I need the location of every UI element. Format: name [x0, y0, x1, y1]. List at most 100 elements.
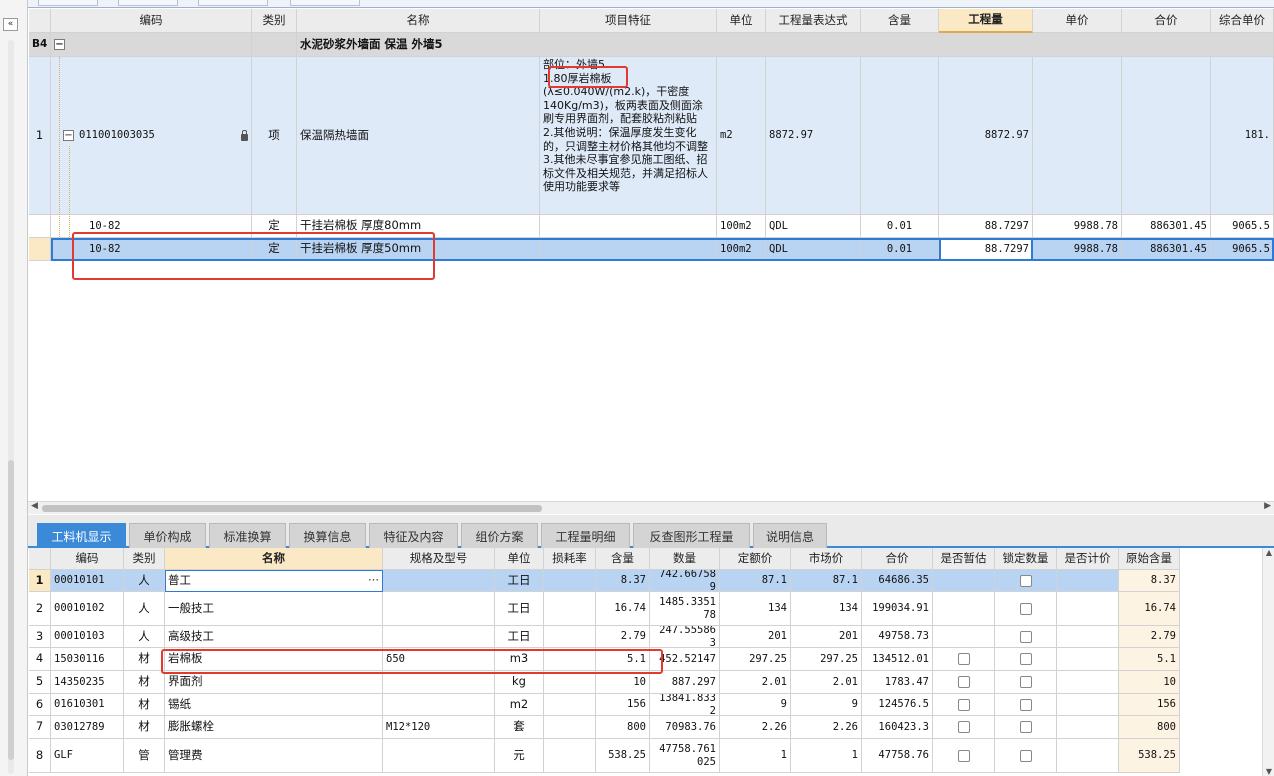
- quota-content[interactable]: 0.01: [861, 215, 939, 238]
- header-total[interactable]: 合价: [862, 548, 933, 570]
- tab-standard-conversion[interactable]: 标准换算: [209, 523, 286, 548]
- material-name[interactable]: 锡纸: [165, 694, 383, 716]
- quota-name[interactable]: 干挂岩棉板 厚度50mm: [297, 238, 540, 261]
- item-unit[interactable]: m2: [717, 57, 766, 215]
- quota-unit[interactable]: 100m2: [717, 238, 766, 261]
- horizontal-scrollbar-thumb[interactable]: [42, 505, 542, 512]
- material-total[interactable]: 124576.5: [862, 694, 933, 716]
- provisional-checkbox-cell[interactable]: [933, 570, 995, 592]
- material-market-price[interactable]: 9: [791, 694, 862, 716]
- header-loss-rate[interactable]: 损耗率: [544, 548, 596, 570]
- material-market-price[interactable]: 2.26: [791, 716, 862, 739]
- lock-quantity-checkbox-cell[interactable]: [995, 739, 1057, 773]
- material-original-content[interactable]: 156: [1119, 694, 1180, 716]
- material-quantity[interactable]: 887.297: [650, 671, 720, 694]
- material-unit[interactable]: 工日: [495, 570, 544, 592]
- checkbox[interactable]: [1019, 749, 1032, 762]
- quota-type[interactable]: 定: [252, 238, 297, 261]
- material-unit[interactable]: 元: [495, 739, 544, 773]
- tab-description[interactable]: 说明信息: [753, 523, 827, 548]
- bottom-vertical-scrollbar[interactable]: ▲ ▼: [1262, 548, 1274, 776]
- header-quantity[interactable]: 数量: [650, 548, 720, 570]
- quota-content[interactable]: 0.01: [861, 238, 939, 261]
- material-base-price[interactable]: 201: [720, 626, 791, 648]
- quota-code[interactable]: 10-82: [51, 215, 252, 238]
- priced-cell[interactable]: [1057, 739, 1119, 773]
- material-spec[interactable]: [383, 671, 495, 694]
- quota-code[interactable]: 10-82: [51, 238, 252, 261]
- material-code[interactable]: 00010103: [51, 626, 124, 648]
- priced-cell[interactable]: [1057, 716, 1119, 739]
- scroll-up-icon[interactable]: ▲: [1265, 548, 1273, 557]
- checkbox[interactable]: [1019, 721, 1032, 733]
- material-quantity[interactable]: 452.52147: [650, 648, 720, 671]
- material-base-price[interactable]: 1: [720, 739, 791, 773]
- quota-total[interactable]: 886301.45: [1122, 215, 1211, 238]
- section-name[interactable]: 水泥砂浆外墙面 保温 外墙5: [297, 33, 1274, 57]
- priced-cell[interactable]: [1057, 626, 1119, 648]
- checkbox[interactable]: [1019, 602, 1032, 615]
- quota-expression[interactable]: QDL: [766, 238, 861, 261]
- collapse-panel-button[interactable]: «: [3, 18, 18, 31]
- material-loss-rate[interactable]: [544, 648, 596, 671]
- scroll-right-icon[interactable]: ▶: [1264, 501, 1271, 511]
- tab-pricing-scheme[interactable]: 组价方案: [461, 523, 538, 548]
- material-total[interactable]: 64686.35: [862, 570, 933, 592]
- provisional-checkbox-cell[interactable]: [933, 694, 995, 716]
- left-scrollbar[interactable]: [8, 40, 14, 774]
- checkbox[interactable]: [1019, 653, 1032, 665]
- checkbox[interactable]: [957, 749, 970, 762]
- header-provisional[interactable]: 是否暂估: [933, 548, 995, 570]
- material-spec[interactable]: [383, 739, 495, 773]
- material-market-price[interactable]: 297.25: [791, 648, 862, 671]
- material-content[interactable]: 8.37: [596, 570, 650, 592]
- material-spec[interactable]: [383, 626, 495, 648]
- priced-cell[interactable]: [1057, 570, 1119, 592]
- checkbox[interactable]: [1019, 574, 1032, 587]
- lock-quantity-checkbox-cell[interactable]: [995, 716, 1057, 739]
- material-type[interactable]: 管: [124, 739, 165, 773]
- material-name[interactable]: 一般技工: [165, 592, 383, 626]
- material-base-price[interactable]: 9: [720, 694, 791, 716]
- material-name[interactable]: 界面剂: [165, 671, 383, 694]
- material-base-price[interactable]: 2.26: [720, 716, 791, 739]
- material-code[interactable]: 00010101: [51, 570, 124, 592]
- section-code-cell[interactable]: −: [51, 33, 252, 57]
- material-market-price[interactable]: 87.1: [791, 570, 862, 592]
- material-spec[interactable]: [383, 592, 495, 626]
- tab-labor-materials[interactable]: 工料机显示: [37, 523, 126, 548]
- material-loss-rate[interactable]: [544, 592, 596, 626]
- checkbox[interactable]: [957, 653, 970, 665]
- material-type[interactable]: 人: [124, 626, 165, 648]
- header-content[interactable]: 含量: [596, 548, 650, 570]
- material-original-content[interactable]: 538.25: [1119, 739, 1180, 773]
- material-quantity[interactable]: 1485.335178: [650, 592, 720, 626]
- top-tab[interactable]: [290, 0, 360, 6]
- item-unit-price[interactable]: [1033, 57, 1122, 215]
- material-unit[interactable]: 工日: [495, 626, 544, 648]
- header-content[interactable]: 含量: [861, 9, 939, 33]
- material-name[interactable]: 管理费: [165, 739, 383, 773]
- material-market-price[interactable]: 201: [791, 626, 862, 648]
- header-base-price[interactable]: 定额价: [720, 548, 791, 570]
- material-type[interactable]: 材: [124, 648, 165, 671]
- material-content[interactable]: 16.74: [596, 592, 650, 626]
- header-type[interactable]: 类别: [124, 548, 165, 570]
- material-loss-rate[interactable]: [544, 739, 596, 773]
- header-code[interactable]: 编码: [51, 9, 252, 33]
- item-features[interactable]: 部位：外墙5 1.80厚岩棉板(λ≤0.040W/(m2.k)，干密度140Kg…: [540, 57, 717, 215]
- material-unit[interactable]: kg: [495, 671, 544, 694]
- material-type[interactable]: 材: [124, 694, 165, 716]
- provisional-checkbox-cell[interactable]: [933, 716, 995, 739]
- scroll-left-icon[interactable]: ◀: [31, 501, 38, 511]
- material-base-price[interactable]: 2.01: [720, 671, 791, 694]
- material-base-price[interactable]: 297.25: [720, 648, 791, 671]
- material-quantity[interactable]: 70983.76: [650, 716, 720, 739]
- checkbox[interactable]: [957, 721, 970, 733]
- material-content[interactable]: 538.25: [596, 739, 650, 773]
- lock-quantity-checkbox-cell[interactable]: [995, 592, 1057, 626]
- priced-cell[interactable]: [1057, 694, 1119, 716]
- quota-unit-price[interactable]: 9988.78: [1033, 238, 1122, 261]
- checkbox[interactable]: [1019, 630, 1032, 643]
- item-comprehensive-price[interactable]: 181.: [1211, 57, 1274, 215]
